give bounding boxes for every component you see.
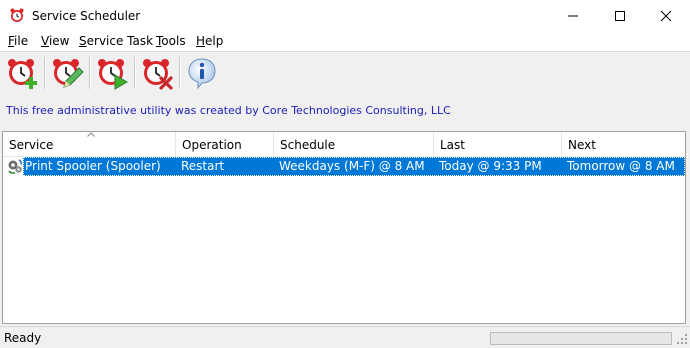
menu-tools[interactable]: Tools [156, 33, 186, 49]
cell-service: Print Spooler (Spooler) [25, 159, 161, 173]
column-header-next[interactable]: Next [562, 132, 685, 156]
maximize-button[interactable] [597, 0, 643, 31]
cell-schedule: Weekdays (M-F) @ 8 AM [279, 159, 425, 173]
run-task-button[interactable] [95, 56, 129, 90]
status-progress-pane [490, 332, 672, 345]
menu-help[interactable]: Help [196, 33, 223, 49]
cell-last: Today @ 9:33 PM [439, 159, 542, 173]
cell-next: Tomorrow @ 8 AM [567, 159, 675, 173]
menu-service-task[interactable]: Service Task [79, 33, 153, 49]
toolbar-separator [44, 57, 46, 89]
status-bar: Ready [0, 326, 690, 348]
app-window: Service Scheduler File View Service Task… [0, 0, 690, 348]
minimize-icon [568, 15, 578, 17]
resize-grip-icon[interactable] [676, 333, 688, 345]
window-title: Service Scheduler [32, 9, 141, 23]
about-button[interactable] [185, 56, 219, 90]
edit-task-button[interactable] [50, 56, 84, 90]
toolbar-separator [179, 57, 181, 89]
delete-task-button[interactable] [140, 56, 174, 90]
minimize-button[interactable] [550, 0, 596, 31]
service-task-list[interactable]: Service Operation Schedule Last Next Pri… [2, 131, 686, 324]
alarm-clock-edit-icon [53, 59, 84, 88]
close-button[interactable] [643, 0, 689, 31]
table-row[interactable]: Print Spooler (Spooler) Restart Weekdays… [23, 157, 685, 176]
column-header-operation[interactable]: Operation [176, 132, 274, 156]
column-header-service[interactable]: Service [3, 132, 176, 156]
toolbar-separator [134, 57, 136, 89]
menu-bar: File View Service Task Tools Help [0, 31, 690, 51]
toolbar-separator [89, 57, 91, 89]
info-icon [188, 58, 216, 90]
maximize-icon [615, 11, 625, 21]
column-header-schedule[interactable]: Schedule [274, 132, 434, 156]
service-gears-icon [7, 158, 23, 174]
toolbar [0, 51, 690, 94]
menu-file[interactable]: File [8, 33, 28, 49]
title-bar[interactable]: Service Scheduler [0, 0, 690, 31]
close-icon [660, 10, 672, 22]
alarm-clock-app-icon [9, 7, 25, 23]
sort-ascending-icon [87, 132, 95, 137]
credits-text: This free administrative utility was cre… [6, 104, 451, 117]
alarm-clock-delete-icon [143, 59, 173, 90]
list-header: Service Operation Schedule Last Next [3, 132, 685, 157]
add-task-button[interactable] [5, 56, 39, 90]
alarm-clock-add-icon [8, 59, 37, 89]
cell-operation: Restart [181, 159, 225, 173]
menu-view[interactable]: View [41, 33, 69, 49]
status-text: Ready [4, 331, 42, 345]
column-header-last[interactable]: Last [434, 132, 562, 156]
alarm-clock-run-icon [98, 59, 128, 90]
